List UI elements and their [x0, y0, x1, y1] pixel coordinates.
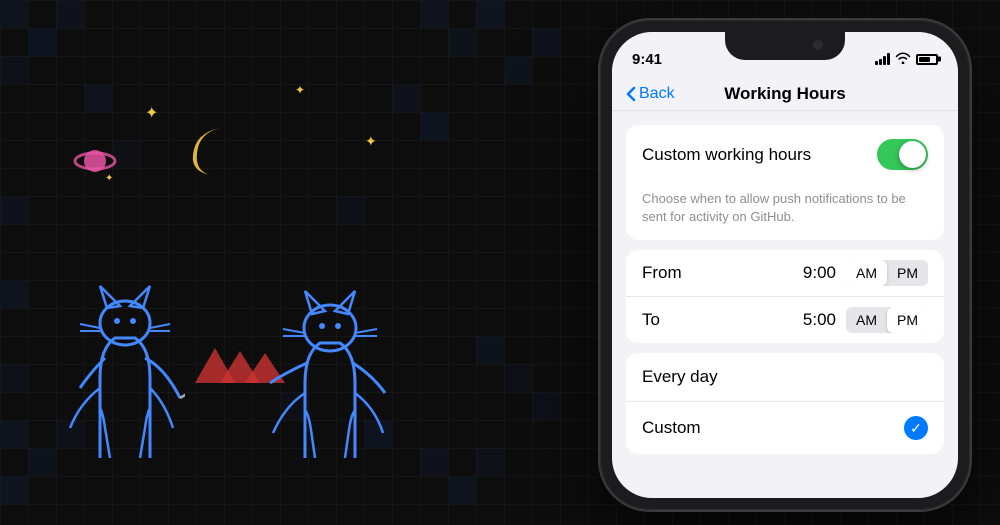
status-time: 9:41 — [632, 51, 662, 68]
toggle-knob — [899, 141, 926, 168]
time-section: From 9:00 AM PM To 5:00 AM PM — [626, 250, 944, 343]
from-label: From — [642, 263, 692, 283]
from-am-button[interactable]: AM — [846, 260, 887, 286]
day-section: Every day Custom ✓ — [626, 353, 944, 454]
from-time: 9:00 — [803, 263, 836, 283]
star-icon-1: ✦ — [145, 103, 158, 123]
notch — [725, 32, 845, 60]
to-row: To 5:00 AM PM — [626, 297, 944, 343]
custom-label: Custom — [642, 418, 701, 438]
illustration: ✦ ✦ ✦ ✦ — [15, 53, 515, 473]
toggle-row: Custom working hours — [626, 125, 944, 184]
phone-frame: 9:41 — [600, 20, 970, 510]
wifi-icon — [895, 52, 911, 67]
to-am-pm: AM PM — [846, 307, 928, 333]
toggle-section: Custom working hours Choose when to allo… — [626, 125, 944, 240]
back-label: Back — [639, 85, 675, 103]
camera-dot — [813, 40, 823, 50]
description-text: Choose when to allow push notifications … — [626, 184, 944, 240]
from-pm-button[interactable]: PM — [887, 260, 928, 286]
phone-screen: 9:41 — [612, 32, 958, 498]
battery-icon — [916, 54, 938, 65]
star-icon-2: ✦ — [295, 83, 305, 97]
nav-title: Working Hours — [724, 84, 846, 104]
illustration-area: ✦ ✦ ✦ ✦ — [0, 0, 530, 525]
from-am-pm: AM PM — [846, 260, 928, 286]
left-cat — [65, 228, 185, 463]
to-label: To — [642, 310, 692, 330]
toggle-label: Custom working hours — [642, 145, 811, 165]
everyday-label: Every day — [642, 367, 718, 387]
from-row: From 9:00 AM PM — [626, 250, 944, 297]
to-am-button[interactable]: AM — [846, 307, 887, 333]
moon-icon — [175, 113, 245, 183]
nav-bar: Back Working Hours — [612, 76, 958, 111]
custom-hours-toggle[interactable] — [877, 139, 928, 170]
screen-content: Custom working hours Choose when to allo… — [612, 111, 958, 454]
signal-icon — [875, 53, 890, 65]
back-button[interactable]: Back — [626, 85, 675, 103]
custom-row[interactable]: Custom ✓ — [626, 402, 944, 454]
custom-checkmark: ✓ — [904, 416, 928, 440]
right-cat — [265, 228, 395, 463]
to-pm-button[interactable]: PM — [887, 307, 928, 333]
everyday-row[interactable]: Every day — [626, 353, 944, 402]
planet-icon — [70, 143, 114, 187]
status-icons — [875, 52, 938, 67]
star-icon-3: ✦ — [365, 133, 377, 150]
to-time: 5:00 — [803, 310, 836, 330]
